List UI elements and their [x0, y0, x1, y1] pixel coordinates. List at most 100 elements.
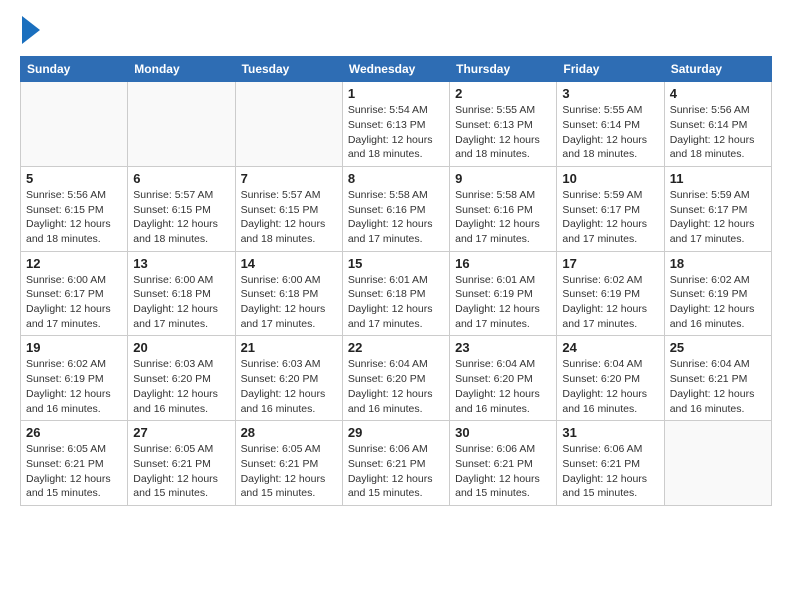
calendar-cell: 2 Sunrise: 5:55 AMSunset: 6:13 PMDaylight…	[450, 82, 557, 167]
day-info: Sunrise: 6:01 AMSunset: 6:19 PMDaylight:…	[455, 273, 551, 332]
calendar-cell: 1 Sunrise: 5:54 AMSunset: 6:13 PMDaylight…	[342, 82, 449, 167]
day-info: Sunrise: 6:06 AMSunset: 6:21 PMDaylight:…	[455, 442, 551, 501]
day-info: Sunrise: 6:03 AMSunset: 6:20 PMDaylight:…	[241, 357, 337, 416]
day-info: Sunrise: 5:57 AMSunset: 6:15 PMDaylight:…	[241, 188, 337, 247]
calendar-cell: 6 Sunrise: 5:57 AMSunset: 6:15 PMDaylight…	[128, 166, 235, 251]
calendar-week-row: 26 Sunrise: 6:05 AMSunset: 6:21 PMDayligh…	[21, 421, 772, 506]
calendar-cell: 26 Sunrise: 6:05 AMSunset: 6:21 PMDayligh…	[21, 421, 128, 506]
day-info: Sunrise: 6:04 AMSunset: 6:21 PMDaylight:…	[670, 357, 766, 416]
day-info: Sunrise: 5:54 AMSunset: 6:13 PMDaylight:…	[348, 103, 444, 162]
logo-arrow-icon	[22, 16, 40, 44]
day-number: 29	[348, 425, 444, 440]
day-info: Sunrise: 5:56 AMSunset: 6:15 PMDaylight:…	[26, 188, 122, 247]
day-number: 9	[455, 171, 551, 186]
day-number: 15	[348, 256, 444, 271]
day-number: 5	[26, 171, 122, 186]
day-info: Sunrise: 5:57 AMSunset: 6:15 PMDaylight:…	[133, 188, 229, 247]
day-info: Sunrise: 6:00 AMSunset: 6:17 PMDaylight:…	[26, 273, 122, 332]
calendar-cell: 9Sunrise: 5:58 AMSunset: 6:16 PMDaylight…	[450, 166, 557, 251]
weekday-header-saturday: Saturday	[664, 57, 771, 82]
day-number: 31	[562, 425, 658, 440]
day-number: 13	[133, 256, 229, 271]
calendar-cell: 8 Sunrise: 5:58 AMSunset: 6:16 PMDaylight…	[342, 166, 449, 251]
day-info: Sunrise: 6:06 AMSunset: 6:21 PMDaylight:…	[348, 442, 444, 501]
calendar-cell: 21 Sunrise: 6:03 AMSunset: 6:20 PMDayligh…	[235, 336, 342, 421]
weekday-header-thursday: Thursday	[450, 57, 557, 82]
calendar-table: SundayMondayTuesdayWednesdayThursdayFrid…	[20, 56, 772, 506]
day-number: 8	[348, 171, 444, 186]
calendar-cell: 11 Sunrise: 5:59 AMSunset: 6:17 PMDayligh…	[664, 166, 771, 251]
day-number: 26	[26, 425, 122, 440]
day-info: Sunrise: 6:00 AMSunset: 6:18 PMDaylight:…	[241, 273, 337, 332]
calendar-cell: 15 Sunrise: 6:01 AMSunset: 6:18 PMDayligh…	[342, 251, 449, 336]
calendar-cell: 3Sunrise: 5:55 AMSunset: 6:14 PMDaylight…	[557, 82, 664, 167]
day-number: 2	[455, 86, 551, 101]
day-info: Sunrise: 5:55 AMSunset: 6:13 PMDaylight:…	[455, 103, 551, 162]
day-number: 24	[562, 340, 658, 355]
day-info: Sunrise: 6:01 AMSunset: 6:18 PMDaylight:…	[348, 273, 444, 332]
calendar-cell: 7 Sunrise: 5:57 AMSunset: 6:15 PMDaylight…	[235, 166, 342, 251]
calendar-week-row: 1 Sunrise: 5:54 AMSunset: 6:13 PMDaylight…	[21, 82, 772, 167]
weekday-header-sunday: Sunday	[21, 57, 128, 82]
calendar-cell	[664, 421, 771, 506]
calendar-cell: 14 Sunrise: 6:00 AMSunset: 6:18 PMDayligh…	[235, 251, 342, 336]
header	[20, 20, 772, 44]
calendar-cell: 17 Sunrise: 6:02 AMSunset: 6:19 PMDayligh…	[557, 251, 664, 336]
calendar-cell: 5 Sunrise: 5:56 AMSunset: 6:15 PMDaylight…	[21, 166, 128, 251]
weekday-header-tuesday: Tuesday	[235, 57, 342, 82]
day-number: 17	[562, 256, 658, 271]
day-number: 30	[455, 425, 551, 440]
day-info: Sunrise: 6:02 AMSunset: 6:19 PMDaylight:…	[26, 357, 122, 416]
calendar-cell: 12 Sunrise: 6:00 AMSunset: 6:17 PMDayligh…	[21, 251, 128, 336]
calendar-cell	[128, 82, 235, 167]
day-number: 11	[670, 171, 766, 186]
calendar-cell: 20 Sunrise: 6:03 AMSunset: 6:20 PMDayligh…	[128, 336, 235, 421]
calendar-cell	[21, 82, 128, 167]
day-info: Sunrise: 5:58 AMSunset: 6:16 PMDaylight:…	[348, 188, 444, 247]
page: SundayMondayTuesdayWednesdayThursdayFrid…	[0, 0, 792, 516]
day-number: 4	[670, 86, 766, 101]
calendar-cell: 23 Sunrise: 6:04 AMSunset: 6:20 PMDayligh…	[450, 336, 557, 421]
calendar-cell: 30 Sunrise: 6:06 AMSunset: 6:21 PMDayligh…	[450, 421, 557, 506]
day-number: 1	[348, 86, 444, 101]
day-info: Sunrise: 6:00 AMSunset: 6:18 PMDaylight:…	[133, 273, 229, 332]
day-number: 7	[241, 171, 337, 186]
day-info: Sunrise: 6:02 AMSunset: 6:19 PMDaylight:…	[562, 273, 658, 332]
calendar-cell: 27Sunrise: 6:05 AMSunset: 6:21 PMDayligh…	[128, 421, 235, 506]
day-number: 12	[26, 256, 122, 271]
day-info: Sunrise: 6:02 AMSunset: 6:19 PMDaylight:…	[670, 273, 766, 332]
day-number: 10	[562, 171, 658, 186]
day-number: 16	[455, 256, 551, 271]
day-info: Sunrise: 5:56 AMSunset: 6:14 PMDaylight:…	[670, 103, 766, 162]
calendar-week-row: 5 Sunrise: 5:56 AMSunset: 6:15 PMDaylight…	[21, 166, 772, 251]
day-number: 25	[670, 340, 766, 355]
day-info: Sunrise: 6:04 AMSunset: 6:20 PMDaylight:…	[562, 357, 658, 416]
day-number: 14	[241, 256, 337, 271]
day-number: 19	[26, 340, 122, 355]
calendar-cell: 28Sunrise: 6:05 AMSunset: 6:21 PMDayligh…	[235, 421, 342, 506]
day-number: 23	[455, 340, 551, 355]
day-info: Sunrise: 6:06 AMSunset: 6:21 PMDaylight:…	[562, 442, 658, 501]
calendar-cell: 29 Sunrise: 6:06 AMSunset: 6:21 PMDayligh…	[342, 421, 449, 506]
calendar-week-row: 19 Sunrise: 6:02 AMSunset: 6:19 PMDayligh…	[21, 336, 772, 421]
day-info: Sunrise: 6:04 AMSunset: 6:20 PMDaylight:…	[348, 357, 444, 416]
day-number: 21	[241, 340, 337, 355]
day-info: Sunrise: 6:03 AMSunset: 6:20 PMDaylight:…	[133, 357, 229, 416]
day-info: Sunrise: 6:04 AMSunset: 6:20 PMDaylight:…	[455, 357, 551, 416]
day-info: Sunrise: 5:59 AMSunset: 6:17 PMDaylight:…	[562, 188, 658, 247]
calendar-cell: 31 Sunrise: 6:06 AMSunset: 6:21 PMDayligh…	[557, 421, 664, 506]
calendar-cell: 4 Sunrise: 5:56 AMSunset: 6:14 PMDaylight…	[664, 82, 771, 167]
weekday-header-friday: Friday	[557, 57, 664, 82]
day-number: 6	[133, 171, 229, 186]
calendar-cell: 19 Sunrise: 6:02 AMSunset: 6:19 PMDayligh…	[21, 336, 128, 421]
calendar-cell: 25 Sunrise: 6:04 AMSunset: 6:21 PMDayligh…	[664, 336, 771, 421]
calendar-cell: 18 Sunrise: 6:02 AMSunset: 6:19 PMDayligh…	[664, 251, 771, 336]
day-info: Sunrise: 6:05 AMSunset: 6:21 PMDaylight:…	[26, 442, 122, 501]
calendar-cell: 16 Sunrise: 6:01 AMSunset: 6:19 PMDayligh…	[450, 251, 557, 336]
day-number: 18	[670, 256, 766, 271]
calendar-cell	[235, 82, 342, 167]
day-info: Sunrise: 5:59 AMSunset: 6:17 PMDaylight:…	[670, 188, 766, 247]
day-number: 3	[562, 86, 658, 101]
calendar-cell: 10 Sunrise: 5:59 AMSunset: 6:17 PMDayligh…	[557, 166, 664, 251]
day-number: 20	[133, 340, 229, 355]
